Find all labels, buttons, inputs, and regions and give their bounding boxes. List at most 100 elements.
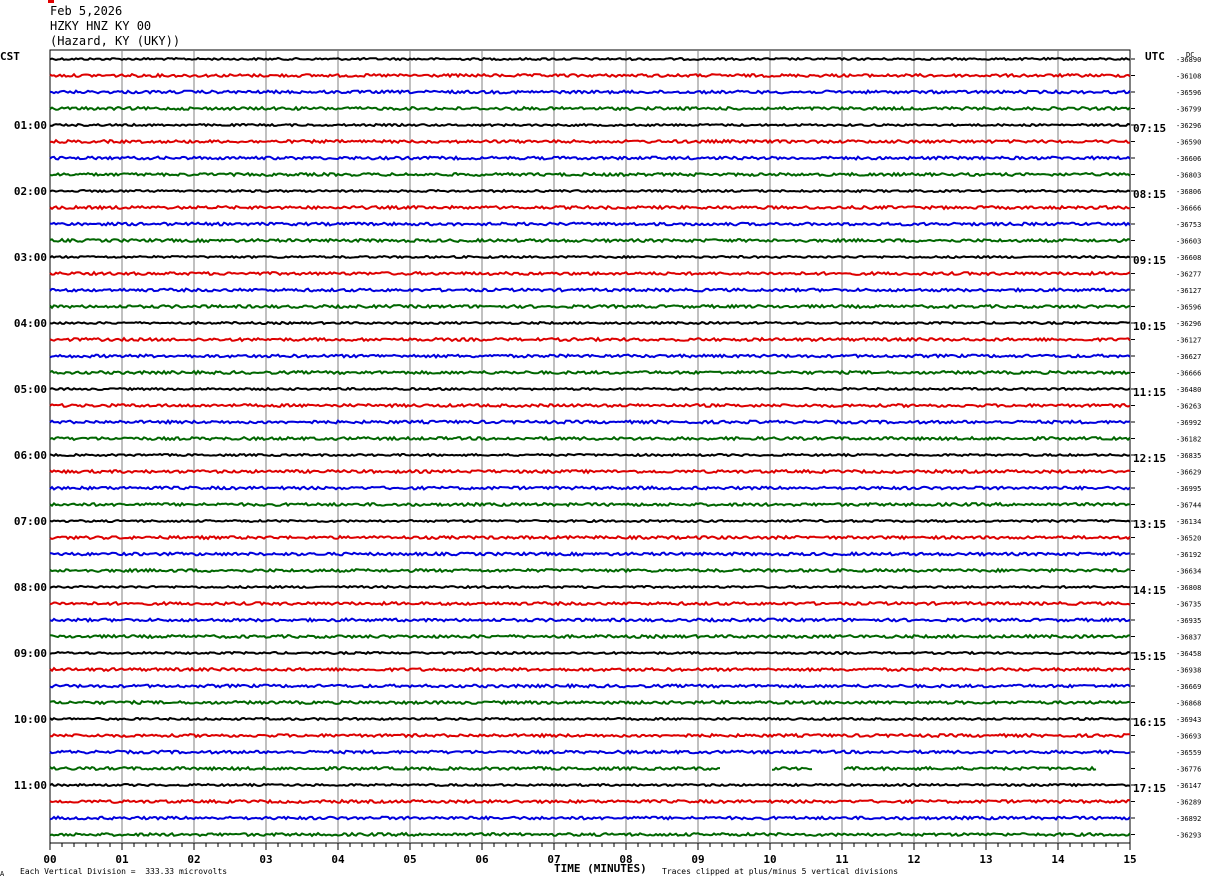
seismic-trace bbox=[49, 551, 1131, 557]
dc-offset-label: -36108 bbox=[1176, 73, 1201, 81]
utc-hour-label: 08:15 bbox=[1133, 188, 1166, 201]
seismic-trace bbox=[49, 815, 1131, 821]
dc-offset-label: -36606 bbox=[1176, 155, 1201, 163]
seismic-trace bbox=[49, 402, 1131, 409]
x-tick-label: 15 bbox=[1123, 853, 1136, 866]
seismic-trace bbox=[49, 171, 1131, 178]
dc-offset-label: -36806 bbox=[1176, 188, 1201, 196]
cst-hour-label: 05:00 bbox=[14, 383, 47, 396]
x-tick-label: 01 bbox=[115, 853, 129, 866]
x-axis-title: TIME (MINUTES) bbox=[554, 862, 647, 875]
seismic-trace bbox=[49, 600, 1131, 607]
cst-hour-label: 11:00 bbox=[14, 779, 47, 792]
dc-offset-label: -36520 bbox=[1176, 535, 1201, 543]
seismic-trace bbox=[49, 468, 1131, 475]
seismic-trace bbox=[49, 633, 1131, 640]
dc-offset-label: -36803 bbox=[1176, 172, 1201, 180]
dc-offset-label: -36127 bbox=[1176, 337, 1201, 345]
seismic-trace bbox=[49, 435, 1131, 442]
dc-offset-label: -36693 bbox=[1176, 733, 1201, 741]
seismic-trace bbox=[49, 732, 1130, 739]
seismic-trace bbox=[49, 320, 1131, 326]
dc-offset-label: -36296 bbox=[1176, 320, 1201, 328]
seismic-trace bbox=[49, 204, 1130, 211]
cst-hour-label: 09:00 bbox=[14, 647, 47, 660]
dc-offset-label: -36289 bbox=[1176, 799, 1201, 807]
seismic-trace bbox=[49, 749, 1131, 755]
footer-clip-note: Traces clipped at plus/minus 5 vertical … bbox=[662, 867, 899, 876]
dc-offset-label: -36596 bbox=[1176, 304, 1201, 312]
seismic-trace bbox=[49, 369, 1131, 376]
seismic-trace bbox=[49, 336, 1131, 343]
dc-offset-label: -36890 bbox=[1176, 56, 1201, 64]
plot-frame bbox=[49, 49, 1131, 844]
seismic-trace bbox=[49, 617, 1131, 623]
dc-offset-label: -36868 bbox=[1176, 700, 1201, 708]
dc-offset-label: -36192 bbox=[1176, 551, 1201, 559]
dc-offset-label: -36992 bbox=[1176, 419, 1201, 427]
dc-offset-label: -36596 bbox=[1176, 89, 1201, 97]
utc-hour-label: 16:15 bbox=[1133, 716, 1166, 729]
cst-hour-label: 08:00 bbox=[14, 581, 47, 594]
cst-hour-label: 01:00 bbox=[14, 119, 47, 132]
seismic-trace bbox=[49, 485, 1131, 491]
seismic-trace bbox=[49, 518, 1131, 524]
dc-offset-label: -36634 bbox=[1176, 568, 1201, 576]
dc-offset-label: -36627 bbox=[1176, 353, 1201, 361]
dc-offset-label: -36147 bbox=[1176, 782, 1201, 790]
x-tick-label: 05 bbox=[403, 853, 416, 866]
utc-hour-label: 09:15 bbox=[1133, 254, 1166, 267]
seismic-trace bbox=[49, 254, 1131, 260]
dc-offset-label: -36277 bbox=[1176, 271, 1201, 279]
cst-hour-label: 02:00 bbox=[14, 185, 47, 198]
utc-hour-label: 11:15 bbox=[1133, 386, 1166, 399]
utc-hour-label: 07:15 bbox=[1133, 122, 1166, 135]
seismic-trace bbox=[49, 567, 1131, 574]
x-tick-label: 00 bbox=[43, 853, 56, 866]
dc-offset-label: -36837 bbox=[1176, 634, 1201, 642]
helicorder-plot: DC -36890-36108-36596-36799-36296-36590-… bbox=[14, 49, 1201, 866]
seismic-trace bbox=[49, 782, 1131, 788]
dc-offset-label: -36995 bbox=[1176, 485, 1201, 493]
x-tick-label: 02 bbox=[187, 853, 200, 866]
utc-hour-label: 17:15 bbox=[1133, 782, 1166, 795]
dc-offset-label: -36296 bbox=[1176, 122, 1201, 130]
cst-hour-label: 06:00 bbox=[14, 449, 47, 462]
utc-hour-label: 12:15 bbox=[1133, 452, 1166, 465]
dc-offset-label: -36127 bbox=[1176, 287, 1201, 295]
seismic-trace bbox=[49, 534, 1131, 541]
seismic-trace bbox=[49, 221, 1131, 227]
seismic-trace bbox=[49, 105, 1131, 112]
dc-offset-label: -36629 bbox=[1176, 469, 1201, 477]
seismic-trace bbox=[49, 287, 1131, 293]
dc-offset-label: -36182 bbox=[1176, 436, 1201, 444]
utc-hour-label: 14:15 bbox=[1133, 584, 1166, 597]
seismic-trace bbox=[49, 716, 1131, 722]
dc-offset-label: -36293 bbox=[1176, 832, 1201, 840]
seismic-trace bbox=[49, 155, 1131, 161]
dc-offset-label: -36799 bbox=[1176, 106, 1201, 114]
x-tick-label: 13 bbox=[979, 853, 992, 866]
dc-offset-label: -36776 bbox=[1176, 766, 1201, 774]
footer-mark: A bbox=[0, 870, 5, 878]
dc-offset-label: -36935 bbox=[1176, 617, 1201, 625]
x-tick-label: 12 bbox=[907, 853, 920, 866]
dc-offset-label: -36835 bbox=[1176, 452, 1201, 460]
seismic-trace bbox=[49, 353, 1131, 359]
dc-offset-label: -36603 bbox=[1176, 238, 1201, 246]
utc-hour-label: 15:15 bbox=[1133, 650, 1166, 663]
seismic-trace bbox=[49, 798, 1131, 805]
cst-hour-label: 04:00 bbox=[14, 317, 47, 330]
dc-offset-label: -36666 bbox=[1176, 370, 1201, 378]
dc-offset-label: -36943 bbox=[1176, 716, 1201, 724]
seismic-trace bbox=[49, 666, 1131, 673]
utc-hour-label: 10:15 bbox=[1133, 320, 1166, 333]
dc-offset-label: -36559 bbox=[1176, 749, 1201, 757]
x-tick-label: 04 bbox=[331, 853, 345, 866]
seismic-trace bbox=[49, 386, 1131, 392]
seismic-trace bbox=[49, 584, 1131, 590]
cst-hour-label: 10:00 bbox=[14, 713, 47, 726]
seismic-trace bbox=[49, 270, 1131, 277]
seismic-trace bbox=[49, 56, 1131, 62]
seismic-trace bbox=[49, 303, 1131, 310]
